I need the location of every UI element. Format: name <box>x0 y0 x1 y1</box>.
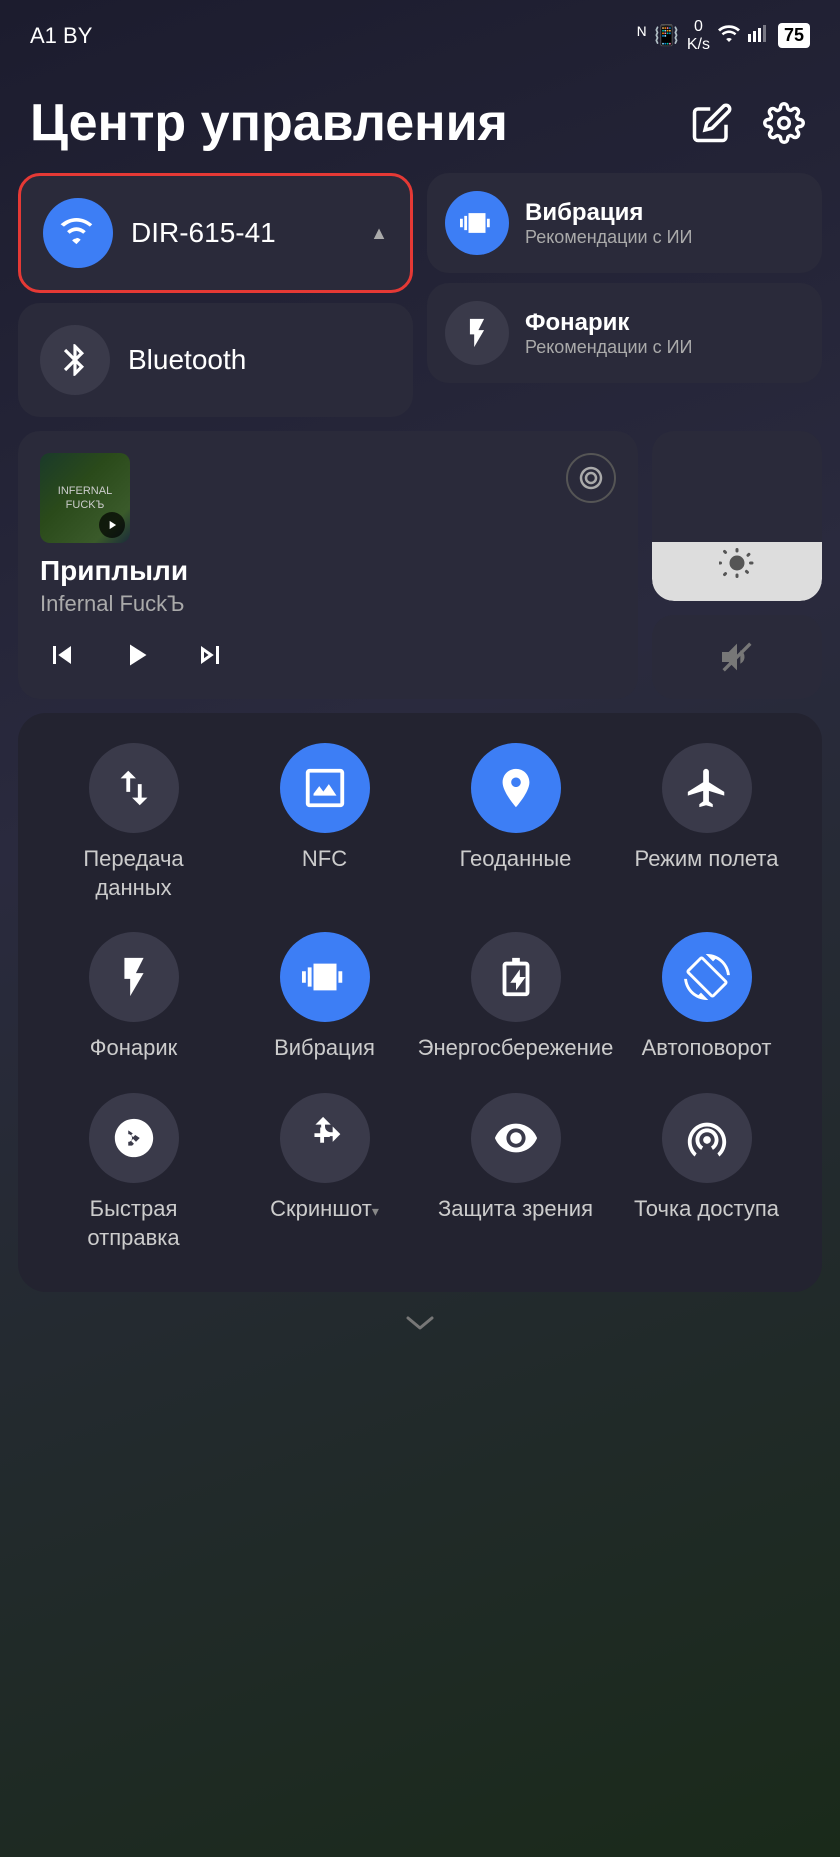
vibration-tile[interactable]: Вибрация Рекомендации с ИИ <box>427 173 822 273</box>
airplane-icon-circle <box>662 743 752 833</box>
soundwave-icon <box>566 453 616 503</box>
flashlight-grid-label: Фонарик <box>90 1034 178 1063</box>
grid-item-hotspot[interactable]: Точка доступа <box>627 1093 787 1252</box>
media-next-button[interactable] <box>188 633 232 677</box>
battery-label: 75 <box>778 23 810 48</box>
energy-save-label: Энергосбережение <box>418 1034 614 1063</box>
media-track-title: Приплыли <box>40 555 616 587</box>
status-bar: A1 BY ᴺ 📳 0K/s 75 <box>0 0 840 63</box>
hotspot-icon-circle <box>662 1093 752 1183</box>
wifi-arrow-icon: ▲ <box>370 223 388 244</box>
brightness-tile[interactable] <box>652 431 822 601</box>
vibration-icon-circle <box>445 191 509 255</box>
data-transfer-icon-circle <box>89 743 179 833</box>
page-title: Центр управления <box>30 93 508 153</box>
vibration-text: Вибрация Рекомендации с ИИ <box>525 199 692 248</box>
top-tiles-area: DIR-615-41 ▲ Bluetooth Вибрация Рекоме <box>0 173 840 417</box>
grid-item-airplane[interactable]: Режим полета <box>627 743 787 902</box>
album-art: INFERNAL FUCKЪ <box>40 453 130 543</box>
flashlight-tile[interactable]: Фонарик Рекомендации с ИИ <box>427 283 822 383</box>
grid-item-eye-protect[interactable]: Защита зрения <box>436 1093 596 1252</box>
eye-protect-icon-circle <box>471 1093 561 1183</box>
bluetooth-label: Bluetooth <box>128 344 246 376</box>
signal-status-icon <box>748 24 770 48</box>
grid-item-auto-rotate[interactable]: Автоповорот <box>627 932 787 1063</box>
quick-share-icon-circle <box>89 1093 179 1183</box>
grid-item-vibration[interactable]: Вибрация <box>245 932 405 1063</box>
airplane-label: Режим полета <box>634 845 778 874</box>
media-artist-name: Infernal FuckЪ <box>40 591 616 617</box>
grid-item-data-transfer[interactable]: Передача данных <box>54 743 214 902</box>
location-label: Геоданные <box>460 845 572 874</box>
screenshot-label: Скриншот▾ <box>270 1195 379 1224</box>
mid-tiles-area: INFERNAL FUCKЪ Приплыли Infernal FuckЪ <box>0 431 840 699</box>
speed-label: 0K/s <box>687 18 710 53</box>
location-icon-circle <box>471 743 561 833</box>
wifi-tile[interactable]: DIR-615-41 ▲ <box>18 173 413 293</box>
auto-rotate-label: Автоповорот <box>642 1034 772 1063</box>
brightness-volume-column <box>652 431 822 699</box>
grid-row-1: Передача данных NFC Геоданные <box>38 743 802 902</box>
wifi-icon-circle <box>43 198 113 268</box>
right-tiles-column: Вибрация Рекомендации с ИИ Фонарик Реком… <box>427 173 822 417</box>
edit-button[interactable] <box>686 97 738 149</box>
energy-save-icon-circle <box>471 932 561 1022</box>
media-top-row: INFERNAL FUCKЪ <box>40 453 616 543</box>
flashlight-icon-circle <box>445 301 509 365</box>
grid-item-energy-save[interactable]: Энергосбережение <box>436 932 596 1063</box>
vibration-title: Вибрация <box>525 199 692 227</box>
control-center-header: Центр управления <box>0 63 840 173</box>
flashlight-text: Фонарик Рекомендации с ИИ <box>525 309 692 358</box>
wifi-label: DIR-615-41 <box>131 217 276 249</box>
media-prev-button[interactable] <box>40 633 84 677</box>
volume-tile[interactable] <box>652 615 822 699</box>
settings-button[interactable] <box>758 97 810 149</box>
brightness-icon <box>715 541 759 585</box>
nfc-icon-circle <box>280 743 370 833</box>
grid-row-3: Быстрая отправка Скриншот▾ Защита зрения <box>38 1093 802 1252</box>
quick-settings-grid: Передача данных NFC Геоданные <box>18 713 822 1292</box>
hotspot-label: Точка доступа <box>634 1195 779 1224</box>
flashlight2-icon-circle <box>89 932 179 1022</box>
left-tiles-column: DIR-615-41 ▲ Bluetooth <box>18 173 413 417</box>
media-play-button[interactable] <box>114 633 158 677</box>
vibrate-status-icon: 📳 <box>654 23 679 48</box>
vibration-subtitle: Рекомендации с ИИ <box>525 227 692 248</box>
media-controls <box>40 633 616 677</box>
flashlight-subtitle: Рекомендации с ИИ <box>525 337 692 358</box>
vibration2-icon-circle <box>280 932 370 1022</box>
bottom-chevron[interactable] <box>0 1292 840 1352</box>
wifi-status-icon <box>718 24 740 48</box>
data-transfer-label: Передача данных <box>54 845 214 902</box>
grid-item-location[interactable]: Геоданные <box>436 743 596 902</box>
screenshot-icon-circle <box>280 1093 370 1183</box>
media-player-tile[interactable]: INFERNAL FUCKЪ Приплыли Infernal FuckЪ <box>18 431 638 699</box>
status-icons: ᴺ 📳 0K/s 75 <box>637 18 810 53</box>
flashlight-title: Фонарик <box>525 309 692 337</box>
header-actions <box>686 97 810 149</box>
bluetooth-icon-circle <box>40 325 110 395</box>
grid-item-nfc[interactable]: NFC <box>245 743 405 902</box>
grid-item-quick-share[interactable]: Быстрая отправка <box>54 1093 214 1252</box>
nfc-label: NFC <box>302 845 347 874</box>
mini-play-overlay <box>99 512 125 538</box>
quick-share-label: Быстрая отправка <box>54 1195 214 1252</box>
eye-protect-label: Защита зрения <box>438 1195 593 1224</box>
bluetooth-tile[interactable]: Bluetooth <box>18 303 413 417</box>
carrier-label: A1 BY <box>30 23 92 49</box>
grid-row-2: Фонарик Вибрация Энергосбережение <box>38 932 802 1063</box>
grid-item-screenshot[interactable]: Скриншот▾ <box>245 1093 405 1252</box>
vibration-grid-label: Вибрация <box>274 1034 375 1063</box>
auto-rotate-icon-circle <box>662 932 752 1022</box>
grid-item-flashlight[interactable]: Фонарик <box>54 932 214 1063</box>
nfc-status-icon: ᴺ <box>637 24 646 47</box>
